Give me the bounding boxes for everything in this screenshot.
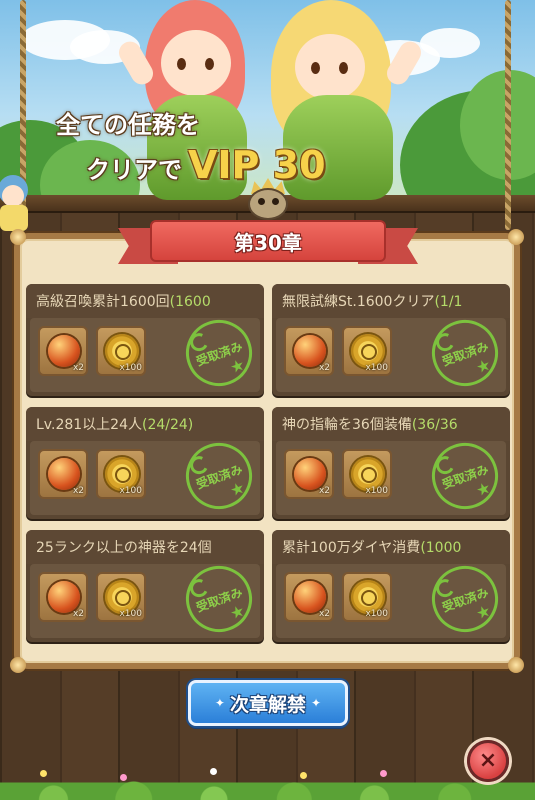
reward-slot: x2 <box>284 572 334 622</box>
board-rivet <box>10 657 26 673</box>
mission-title: 無限試練St.1600クリア <box>282 294 435 310</box>
mission-title: 25ランク以上の神器を24個 <box>36 540 212 556</box>
sparkle-icon: ✦ <box>311 696 322 710</box>
reward-qty: x2 <box>72 609 84 619</box>
reward-slot: x100 <box>96 326 146 376</box>
cloud <box>420 28 480 58</box>
mission-card: 累計100万ダイヤ消費(1000 x2 x100 受取済み ★ <box>272 530 510 642</box>
star-icon: ★ <box>473 354 494 378</box>
claimed-stamp: 受取済み ★ <box>176 556 262 642</box>
mission-rewards: x2 x100 受取済み ★ <box>30 433 262 519</box>
rope <box>505 0 511 230</box>
star-icon: ★ <box>473 477 494 501</box>
chapter-title: 第30章 <box>234 230 302 255</box>
reward-qty: x100 <box>365 486 388 496</box>
reward-slot: x2 <box>284 449 334 499</box>
next-chapter-label: 次章解禁 <box>229 693 306 716</box>
mission-title: 累計100万ダイヤ消費 <box>282 540 421 556</box>
board-rivet <box>10 229 26 245</box>
claimed-stamp: 受取済み ★ <box>176 310 262 396</box>
mission-title: 高級召喚累計1600回 <box>36 294 170 310</box>
star-icon: ★ <box>227 600 248 624</box>
mission-rewards: x2 x100 受取済み ★ <box>276 310 508 396</box>
reward-qty: x2 <box>318 609 330 619</box>
board-rivet <box>508 229 524 245</box>
grass-strip <box>0 756 535 800</box>
reward-qty: x2 <box>72 486 84 496</box>
star-icon: ★ <box>227 477 248 501</box>
reward-qty: x2 <box>72 363 84 373</box>
mission-progress: (36/36 <box>411 417 458 433</box>
mission-title-bar: 神の指輪を36個装備(36/36 <box>272 407 510 441</box>
reward-slot: x100 <box>342 449 392 499</box>
close-button[interactable]: × <box>467 740 509 782</box>
banner-line1: 全ての任務を <box>56 111 200 139</box>
claimed-stamp: 受取済み ★ <box>176 433 262 519</box>
reward-qty: x100 <box>119 363 142 373</box>
mission-rewards: x2 x100 受取済み ★ <box>30 310 262 396</box>
sparkle-icon: ✦ <box>214 696 225 710</box>
reward-qty: x100 <box>365 363 388 373</box>
reward-qty: x100 <box>119 609 142 619</box>
mission-progress: (1600 <box>169 294 211 310</box>
reward-slot: x100 <box>342 572 392 622</box>
banner-line2: クリアで <box>86 156 182 184</box>
mission-card: Lv.281以上24人(24/24) x2 x100 受取済み ★ <box>26 407 264 519</box>
reward-slot: x100 <box>342 326 392 376</box>
chapter-ribbon: 第30章 <box>118 212 418 270</box>
reward-qty: x2 <box>318 486 330 496</box>
mission-title-bar: 25ランク以上の神器を24個 <box>26 530 264 564</box>
mission-card: 25ランク以上の神器を24個 x2 x100 受取済み ★ <box>26 530 264 642</box>
mission-rewards: x2 x100 受取済み ★ <box>30 556 262 642</box>
claimed-stamp: 受取済み ★ <box>422 556 508 642</box>
mission-title-bar: 無限試練St.1600クリア(1/1 <box>272 284 510 318</box>
mission-rewards: x2 x100 受取済み ★ <box>276 556 508 642</box>
board-rivet <box>508 657 524 673</box>
mission-progress: (24/24) <box>141 417 194 433</box>
mission-card: 無限試練St.1600クリア(1/1 x2 x100 受取済み ★ <box>272 284 510 396</box>
star-icon: ★ <box>227 354 248 378</box>
mission-title-bar: 高級召喚累計1600回(1600 <box>26 284 264 318</box>
mission-card: 高級召喚累計1600回(1600 x2 x100 受取済み ★ <box>26 284 264 396</box>
claimed-stamp: 受取済み ★ <box>422 310 508 396</box>
reward-slot: x2 <box>38 572 88 622</box>
next-chapter-button[interactable]: ✦ 次章解禁 ✦ <box>188 680 348 726</box>
reward-slot: x2 <box>284 326 334 376</box>
mission-progress: (1000 <box>420 540 462 556</box>
side-character <box>0 175 32 235</box>
claimed-stamp: 受取済み ★ <box>422 433 508 519</box>
reward-slot: x100 <box>96 449 146 499</box>
reward-qty: x2 <box>318 363 330 373</box>
mission-rewards: x2 x100 受取済み ★ <box>276 433 508 519</box>
mission-title: Lv.281以上24人 <box>36 417 142 433</box>
star-icon: ★ <box>473 600 494 624</box>
mission-progress: (1/1 <box>434 294 463 310</box>
close-icon: × <box>478 748 498 773</box>
reward-slot: x100 <box>96 572 146 622</box>
reward-slot: x2 <box>38 449 88 499</box>
reward-qty: x100 <box>365 609 388 619</box>
reward-qty: x100 <box>119 486 142 496</box>
mission-title: 神の指輪を36個装備 <box>282 417 412 433</box>
mission-card: 神の指輪を36個装備(36/36 x2 x100 受取済み ★ <box>272 407 510 519</box>
mission-title-bar: Lv.281以上24人(24/24) <box>26 407 264 441</box>
reward-slot: x2 <box>38 326 88 376</box>
mission-title-bar: 累計100万ダイヤ消費(1000 <box>272 530 510 564</box>
